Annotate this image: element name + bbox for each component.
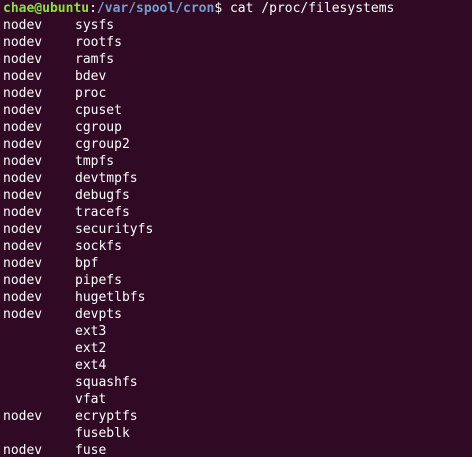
fs-flag: nodev	[3, 52, 43, 67]
output-row: nodev hugetlbfs	[3, 289, 463, 306]
prompt-colon: :	[89, 1, 97, 16]
fs-flag: nodev	[3, 273, 43, 288]
fs-flag: nodev	[3, 239, 43, 254]
fs-flag: nodev	[3, 205, 43, 220]
fs-name: ramfs	[75, 52, 115, 67]
fs-name: proc	[75, 86, 107, 101]
fs-name: ext2	[75, 341, 107, 356]
fs-flag: nodev	[3, 171, 43, 186]
output-row: vfat	[3, 391, 463, 408]
command-output: nodev sysfs nodev rootfs nodev ramfs nodev b…	[3, 17, 463, 457]
output-row: nodev tracefs	[3, 204, 463, 221]
output-row: nodev cgroup	[3, 119, 463, 136]
fs-name: ext4	[75, 358, 107, 373]
output-row: ext2	[3, 340, 463, 357]
prompt-dollar-sign: $	[214, 1, 223, 16]
fs-name: tmpfs	[75, 154, 115, 169]
fs-name: cgroup2	[75, 137, 130, 152]
fs-name: devtmpfs	[75, 171, 138, 186]
output-row: nodev securityfs	[3, 221, 463, 238]
output-row: nodev sockfs	[3, 238, 463, 255]
output-row: nodev bdev	[3, 68, 463, 85]
fs-name: cpuset	[75, 103, 122, 118]
output-row: nodev devpts	[3, 306, 463, 323]
fs-flag: nodev	[3, 120, 43, 135]
fs-flag: nodev	[3, 443, 43, 457]
fs-name: fuseblk	[75, 426, 130, 441]
fs-flag: nodev	[3, 18, 43, 33]
fs-name: hugetlbfs	[75, 290, 146, 305]
fs-name: debugfs	[75, 188, 130, 203]
fs-name: fuse	[75, 443, 107, 457]
fs-flag: nodev	[3, 409, 43, 424]
output-row: ext3	[3, 323, 463, 340]
output-row: nodev sysfs	[3, 17, 463, 34]
fs-flag: nodev	[3, 188, 43, 203]
fs-name: sysfs	[75, 18, 115, 33]
output-row: nodev fuse	[3, 442, 463, 457]
output-row: nodev ramfs	[3, 51, 463, 68]
fs-flag: nodev	[3, 86, 43, 101]
fs-name: devpts	[75, 307, 122, 322]
entered-command: cat /proc/filesystems	[222, 1, 395, 16]
fs-name: bpf	[75, 256, 99, 271]
output-row: nodev ecryptfs	[3, 408, 463, 425]
fs-flag: nodev	[3, 137, 43, 152]
output-row: fuseblk	[3, 425, 463, 442]
fs-flag: nodev	[3, 222, 43, 237]
fs-name: tracefs	[75, 205, 130, 220]
output-row: nodev debugfs	[3, 187, 463, 204]
fs-name: rootfs	[75, 35, 122, 50]
fs-flag: nodev	[3, 154, 43, 169]
output-row: nodev rootfs	[3, 34, 463, 51]
fs-flag: nodev	[3, 307, 43, 322]
output-row: nodev tmpfs	[3, 153, 463, 170]
fs-name: vfat	[75, 392, 107, 407]
fs-flag: nodev	[3, 103, 43, 118]
command-prompt-line: chae@ubuntu:/var/spool/cron$ cat /proc/f…	[3, 0, 394, 17]
output-row: squashfs	[3, 374, 463, 391]
prompt-working-directory: /var/spool/cron	[96, 1, 215, 16]
fs-name: pipefs	[75, 273, 122, 288]
fs-flag: nodev	[3, 290, 43, 305]
output-row: nodev cgroup2	[3, 136, 463, 153]
fs-name: ext3	[75, 324, 107, 339]
fs-name: sockfs	[75, 239, 122, 254]
fs-flag: nodev	[3, 256, 43, 271]
fs-name: ecryptfs	[75, 409, 138, 424]
output-row: nodev cpuset	[3, 102, 463, 119]
output-row: nodev pipefs	[3, 272, 463, 289]
terminal-window[interactable]: chae@ubuntu:/var/spool/cron$ cat /proc/f…	[0, 0, 472, 457]
prompt-user-host: chae@ubuntu	[3, 1, 90, 16]
fs-name: securityfs	[75, 222, 154, 237]
output-row: nodev proc	[3, 85, 463, 102]
fs-name: bdev	[75, 69, 107, 84]
output-row: ext4	[3, 357, 463, 374]
output-row: nodev devtmpfs	[3, 170, 463, 187]
fs-flag: nodev	[3, 35, 43, 50]
fs-name: cgroup	[75, 120, 122, 135]
fs-flag: nodev	[3, 69, 43, 84]
output-row: nodev bpf	[3, 255, 463, 272]
fs-name: squashfs	[75, 375, 138, 390]
